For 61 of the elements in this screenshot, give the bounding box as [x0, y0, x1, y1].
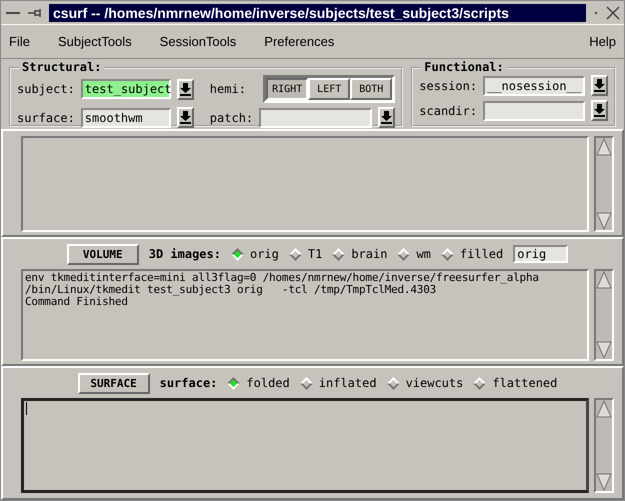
dropdown-button[interactable] — [591, 75, 608, 96]
command-button[interactable]: SURFACE — [78, 372, 150, 394]
dropdown-button[interactable] — [591, 100, 608, 121]
field-label: hemi: — [210, 82, 247, 96]
dropdown-button[interactable] — [378, 107, 396, 128]
radio-button[interactable]: orig — [230, 247, 279, 261]
scroll-up-arrow-icon[interactable] — [596, 138, 612, 156]
group-title: Structural: — [19, 60, 104, 74]
menu-item[interactable]: SessionTools — [160, 34, 236, 49]
field-label: scandir: — [419, 104, 478, 118]
dropdown-button[interactable] — [176, 107, 194, 128]
scroll-down-arrow-icon[interactable] — [596, 473, 612, 491]
text-area[interactable] — [21, 136, 589, 232]
close-icon[interactable] — [606, 6, 620, 20]
hemisphere-button[interactable]: BOTH — [350, 78, 392, 100]
pin-icon[interactable] — [27, 6, 43, 18]
radio-button[interactable]: filled — [440, 247, 504, 261]
scroll-down-arrow-icon[interactable] — [596, 212, 612, 230]
text-field[interactable]: __nosession__ — [483, 76, 585, 96]
dropdown-button[interactable] — [176, 78, 194, 100]
text-field[interactable]: test_subject — [80, 79, 171, 99]
scrollbar[interactable] — [594, 398, 614, 493]
log-text: env tkmeditinterface=mini all3flag=0 /homes/nmrnew/home/inverse/freesurfer_alpha /bin/Linux/tkmedit test_subject3 orig -tcl /tmp/TmpTclMed.4303 Command Finished — [21, 269, 589, 361]
field-label: surface: — [17, 110, 75, 124]
window-title: csurf -- /homes/nmrnew/home/inverse/subjects/test_subject3/scripts — [49, 4, 586, 22]
scroll-up-arrow-icon[interactable] — [596, 271, 612, 289]
command-button[interactable]: VOLUME — [66, 244, 139, 264]
scroll-down-arrow-icon[interactable] — [596, 341, 612, 359]
text-area[interactable] — [21, 398, 589, 493]
hemisphere-button[interactable]: LEFT — [308, 78, 350, 100]
down-arrow-icon — [594, 79, 605, 92]
down-arrow-icon — [381, 111, 392, 124]
option-label: surface: — [160, 376, 218, 390]
radio-button[interactable]: viewcuts — [386, 376, 464, 390]
option-label: 3D images: — [148, 247, 221, 261]
down-arrow-icon — [594, 104, 605, 117]
menu-item[interactable]: Help — [589, 34, 616, 49]
scrollbar[interactable] — [594, 269, 614, 361]
radio-button[interactable]: inflated — [300, 376, 377, 390]
radio-button[interactable]: wm — [397, 247, 431, 261]
hemisphere-button[interactable]: RIGHT — [266, 78, 308, 100]
menu-item[interactable]: Preferences — [264, 34, 334, 49]
text-field[interactable]: smoothwm — [80, 108, 171, 128]
field-label: session: — [419, 78, 478, 92]
down-arrow-icon — [180, 82, 191, 96]
scroll-up-arrow-icon[interactable] — [596, 400, 612, 418]
field-label: patch: — [210, 110, 254, 124]
radio-button[interactable]: T1 — [288, 247, 322, 261]
text-cursor — [26, 402, 27, 415]
group-title: Functional: — [421, 60, 507, 74]
text-field[interactable] — [483, 100, 585, 120]
down-arrow-icon — [180, 111, 191, 124]
menu-item[interactable]: SubjectTools — [58, 34, 132, 49]
text-field[interactable] — [259, 108, 372, 128]
radio-button[interactable]: flattened — [473, 376, 558, 390]
scrollbar[interactable] — [594, 136, 614, 232]
radio-button[interactable]: brain — [332, 247, 388, 261]
text-field[interactable]: orig — [513, 245, 568, 263]
radio-button[interactable]: folded — [227, 376, 290, 390]
field-label: subject: — [17, 82, 75, 96]
menu-item[interactable]: File — [9, 34, 30, 49]
